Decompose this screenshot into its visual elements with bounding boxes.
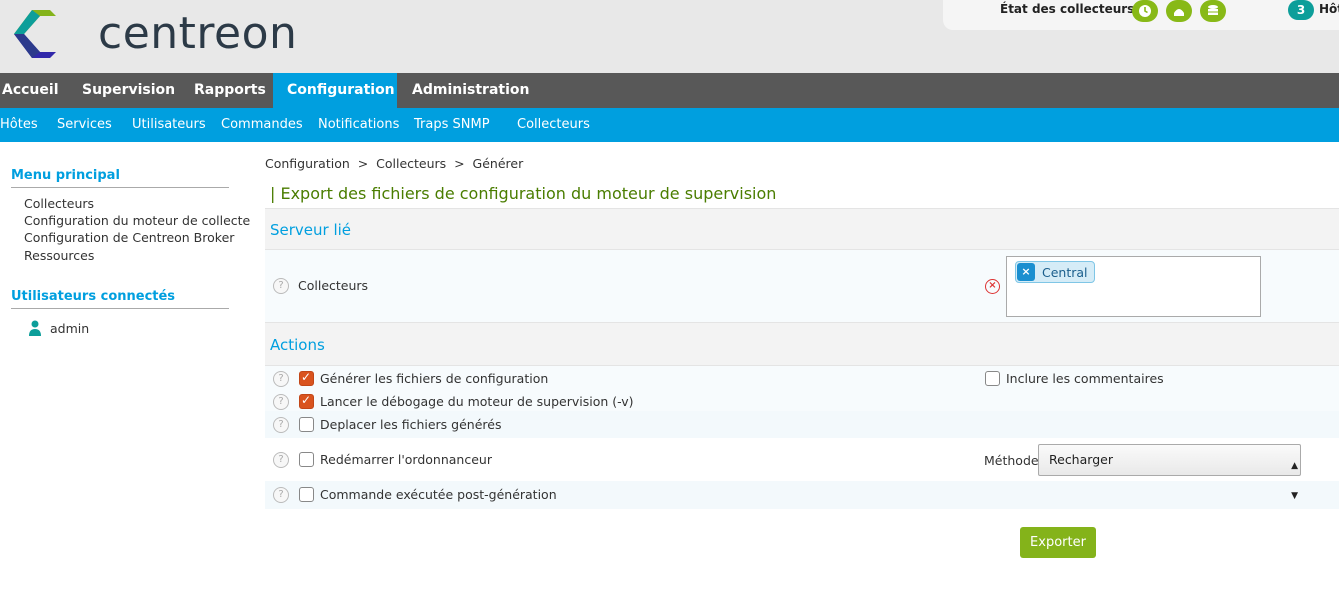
help-icon[interactable]: ?: [273, 371, 289, 387]
section-actions: Actions: [265, 322, 1339, 366]
sidebar-item-broker-config[interactable]: Configuration de Centreon Broker: [24, 230, 234, 245]
restart-scheduler-label: Redémarrer l'ordonnanceur: [320, 452, 492, 467]
selected-poller-label: Central: [1042, 264, 1088, 280]
method-select-value: Recharger: [1049, 452, 1113, 467]
help-icon[interactable]: ?: [273, 452, 289, 468]
generate-files-label: Générer les fichiers de configuration: [320, 371, 549, 386]
connected-users-title: Utilisateurs connectés: [11, 289, 229, 309]
poller-state-icon[interactable]: [1166, 0, 1192, 22]
method-select[interactable]: Recharger ▲ ▼: [1038, 444, 1301, 501]
export-button[interactable]: Exporter: [1020, 527, 1096, 558]
debug-engine-checkbox[interactable]: [299, 393, 314, 409]
subnav-item-traps-snmp[interactable]: Traps SNMP: [414, 108, 490, 142]
centreon-logo-icon: [14, 10, 56, 58]
subnav-item-services[interactable]: Services: [57, 108, 112, 142]
database-icon[interactable]: [1200, 0, 1226, 22]
sidebar-item-collecteurs[interactable]: Collecteurs: [24, 196, 94, 211]
help-icon[interactable]: ?: [273, 487, 289, 503]
help-icon[interactable]: ?: [273, 417, 289, 433]
pollers-multiselect[interactable]: × Central: [1006, 256, 1261, 317]
restart-scheduler-checkbox[interactable]: [299, 452, 314, 467]
select-arrow-icon: ▲ ▼: [1291, 461, 1298, 501]
main-nav: Accueil Supervision Rapports Configurati…: [0, 73, 1339, 108]
top-status-bar: État des collecteurs 3 Hôt: [943, 0, 1339, 30]
post-command-label: Commande exécutée post-génération: [320, 487, 557, 502]
logo-text: centreon: [98, 8, 298, 59]
method-label: Méthode: [984, 453, 1039, 468]
nav-item-accueil[interactable]: Accueil: [0, 73, 73, 108]
move-files-checkbox[interactable]: [299, 417, 314, 432]
pollers-status-label: État des collecteurs: [1000, 2, 1135, 16]
pollers-field-label: Collecteurs: [298, 278, 369, 293]
clock-icon[interactable]: [1132, 0, 1158, 22]
generate-files-checkbox[interactable]: [299, 370, 314, 386]
breadcrumb: Configuration > Collecteurs > Générer: [265, 156, 524, 171]
subnav-item-utilisateurs[interactable]: Utilisateurs: [132, 108, 206, 142]
nav-item-configuration[interactable]: Configuration: [273, 73, 397, 108]
selected-poller-tag: × Central: [1015, 261, 1095, 283]
clear-selection-icon[interactable]: ×: [985, 279, 1000, 294]
debug-engine-label: Lancer le débogage du moteur de supervis…: [320, 394, 634, 409]
remove-tag-icon[interactable]: ×: [1017, 263, 1035, 281]
page-title: | Export des fichiers de configuration d…: [270, 184, 777, 203]
move-files-label: Deplacer les fichiers générés: [320, 417, 502, 432]
header: centreon État des collecteurs 3 Hôt: [0, 0, 1339, 73]
subnav-item-notifications[interactable]: Notifications: [318, 108, 399, 142]
user-icon: [29, 320, 41, 336]
main-menu-title: Menu principal: [11, 168, 229, 188]
section-linked-server: Serveur lié: [265, 208, 1339, 250]
help-icon[interactable]: ?: [273, 278, 289, 294]
hosts-label[interactable]: Hôt: [1319, 2, 1339, 16]
include-comments-checkbox[interactable]: [985, 371, 1000, 386]
help-icon[interactable]: ?: [273, 394, 289, 410]
subnav-item-hotes[interactable]: Hôtes: [0, 108, 38, 142]
include-comments-label: Inclure les commentaires: [1006, 371, 1164, 386]
subnav-item-commandes[interactable]: Commandes: [221, 108, 303, 142]
subnav-item-collecteurs[interactable]: Collecteurs: [517, 108, 590, 142]
sub-nav: Hôtes Services Utilisateurs Commandes No…: [0, 108, 1339, 142]
nav-item-rapports[interactable]: Rapports: [180, 73, 280, 108]
sidebar-item-ressources[interactable]: Ressources: [24, 248, 94, 263]
sidebar-item-engine-config[interactable]: Configuration du moteur de collecte: [24, 213, 250, 228]
hosts-count-badge[interactable]: 3: [1288, 0, 1314, 20]
nav-item-supervision[interactable]: Supervision: [68, 73, 189, 108]
centreon-logo[interactable]: centreon: [10, 6, 330, 62]
connected-user-admin[interactable]: admin: [50, 321, 89, 336]
nav-item-administration[interactable]: Administration: [398, 73, 543, 108]
post-command-checkbox[interactable]: [299, 487, 314, 502]
